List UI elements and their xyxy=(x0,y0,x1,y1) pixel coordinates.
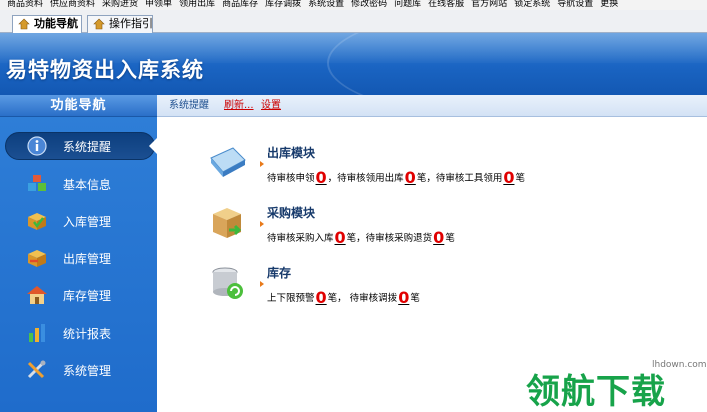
stat-text: 上下限预警 xyxy=(267,293,315,304)
module-stats: 待审核采购入库0笔，待审核采购退货0笔 xyxy=(267,228,455,247)
tab-function-nav[interactable]: 功能导航 xyxy=(12,15,82,33)
active-indicator xyxy=(149,138,157,154)
stat-count-link[interactable]: 0 xyxy=(404,168,417,187)
stat-count-link[interactable]: 0 xyxy=(315,168,328,187)
sidebar-item-label: 系统提醒 xyxy=(63,140,112,154)
menu-item[interactable]: 申领单 xyxy=(138,0,172,9)
menu-item[interactable]: 修改密码 xyxy=(344,0,387,9)
house-icon xyxy=(27,286,47,304)
tab-label: 功能导航 xyxy=(34,17,78,30)
sidebar-item-label: 基本信息 xyxy=(63,178,112,192)
sidebar-item-label: 入库管理 xyxy=(63,215,112,229)
menu-item[interactable]: 系统设置 xyxy=(301,0,344,9)
sidebar-item-label: 出库管理 xyxy=(63,252,112,266)
stat-text: 待审核采购入库 xyxy=(267,233,334,244)
box-out-icon xyxy=(28,250,46,267)
module-purchase: 采购模块 待审核采购入库0笔，待审核采购退货0笔 xyxy=(207,204,567,254)
sidebar-item-label: 系统管理 xyxy=(63,364,112,378)
menu-item[interactable]: 库存调拨 xyxy=(258,0,301,9)
stat-text: 笔，待审核采购退货 xyxy=(346,233,433,244)
menu-item[interactable]: 商品库存 xyxy=(215,0,258,9)
menu-item[interactable]: 锁定系统 xyxy=(507,0,550,9)
book-icon xyxy=(210,147,246,177)
sidebar-item-inventory[interactable]: 库存管理 xyxy=(0,276,157,313)
package-icon xyxy=(213,208,242,238)
module-stock-out: 出库模块 待审核申领0，待审核领用出库0笔，待审核工具领用0笔 xyxy=(207,144,567,194)
module-title[interactable]: 采购模块 xyxy=(267,204,315,221)
top-menu-bar: 商品资料 供应商资料 采购进货 申领单 领用出库 商品库存 库存调拨 系统设置 修改密码 问题库在… xyxy=(0,0,707,10)
stat-count-link[interactable]: 0 xyxy=(502,168,515,187)
menu-item[interactable]: 在线客服 xyxy=(421,0,464,9)
watermark: lhdown.com 领航下载 xyxy=(520,348,707,412)
stat-count-link[interactable]: 0 xyxy=(432,228,445,247)
settings-link[interactable]: 设置 xyxy=(261,95,281,117)
bullet-arrow-icon xyxy=(260,221,264,227)
menu-item[interactable]: 官方网站 xyxy=(464,0,507,9)
stat-text: ，待审核领用出库 xyxy=(327,173,404,184)
database-refresh-icon xyxy=(212,267,243,299)
bullet-arrow-icon xyxy=(260,161,264,167)
module-title[interactable]: 库存 xyxy=(267,264,291,281)
content-toolbar: 系统提醒 刷新... 设置 xyxy=(157,95,707,117)
sidebar-item-stock-in[interactable]: 入库管理 xyxy=(0,202,157,239)
sidebar-title: 功能导航 xyxy=(0,95,157,117)
stat-text: 笔， 待审核调拨 xyxy=(327,293,398,304)
sidebar-item-label: 库存管理 xyxy=(63,289,112,303)
breadcrumb: 系统提醒 xyxy=(169,100,209,111)
header-decoration xyxy=(327,33,707,95)
sidebar-item-basic-info[interactable]: 基本信息 xyxy=(0,165,157,202)
app-header: 易特物资出入库系统 xyxy=(0,33,707,95)
stat-text: 待审核申领 xyxy=(267,173,315,184)
menu-item[interactable]: 问题库 xyxy=(387,0,421,9)
tab-label: 操作指引 xyxy=(109,17,153,30)
tools-icon xyxy=(27,360,46,379)
module-inventory: 库存 上下限预警0笔， 待审核调拨0笔 xyxy=(207,264,567,314)
module-stats: 上下限预警0笔， 待审核调拨0笔 xyxy=(267,288,420,307)
tab-operation-guide[interactable]: 操作指引 xyxy=(87,15,153,33)
module-stats: 待审核申领0，待审核领用出库0笔，待审核工具领用0笔 xyxy=(267,168,525,187)
module-title[interactable]: 出库模块 xyxy=(267,144,315,161)
refresh-link[interactable]: 刷新... xyxy=(224,95,254,117)
sidebar-item-label: 统计报表 xyxy=(63,327,112,341)
stat-count-link[interactable]: 0 xyxy=(397,288,410,307)
bullet-arrow-icon xyxy=(260,281,264,287)
tab-bar: 功能导航 操作指引 xyxy=(0,10,707,33)
bar-chart-icon xyxy=(29,324,45,342)
stat-text: 笔，待审核工具领用 xyxy=(416,173,503,184)
stat-count-link[interactable]: 0 xyxy=(315,288,328,307)
menu-item[interactable]: 领用出库 xyxy=(172,0,215,9)
box-in-icon xyxy=(28,213,46,230)
stat-text: 笔 xyxy=(445,233,455,244)
sidebar-item-system-reminder[interactable]: 系统提醒 xyxy=(0,127,157,164)
app-title: 易特物资出入库系统 xyxy=(6,58,204,82)
info-icon xyxy=(27,136,47,156)
menu-item[interactable]: 采购进货 xyxy=(95,0,138,9)
menu-item[interactable]: 商品资料 xyxy=(0,0,43,9)
menu-item[interactable]: 供应商资料 xyxy=(43,0,95,9)
menu-item[interactable]: 更换 xyxy=(593,0,618,9)
stat-text: 笔 xyxy=(410,293,420,304)
watermark-text: 领航下载 xyxy=(526,372,666,412)
menu-item[interactable]: 导航设置 xyxy=(550,0,593,9)
tab-home-icon xyxy=(18,18,30,30)
sidebar-item-stock-out[interactable]: 出库管理 xyxy=(0,239,157,276)
stat-count-link[interactable]: 0 xyxy=(334,228,347,247)
stat-text: 笔 xyxy=(515,173,525,184)
sidebar-item-reports[interactable]: 统计报表 xyxy=(0,314,157,351)
sidebar-item-system-admin[interactable]: 系统管理 xyxy=(0,351,157,388)
sidebar: 功能导航 系统提醒 基本信息 入库管理 出库管理 库存管理 统计报表 系统管理 xyxy=(0,95,157,412)
tab-home-icon xyxy=(93,18,105,30)
cubes-icon xyxy=(28,175,46,191)
